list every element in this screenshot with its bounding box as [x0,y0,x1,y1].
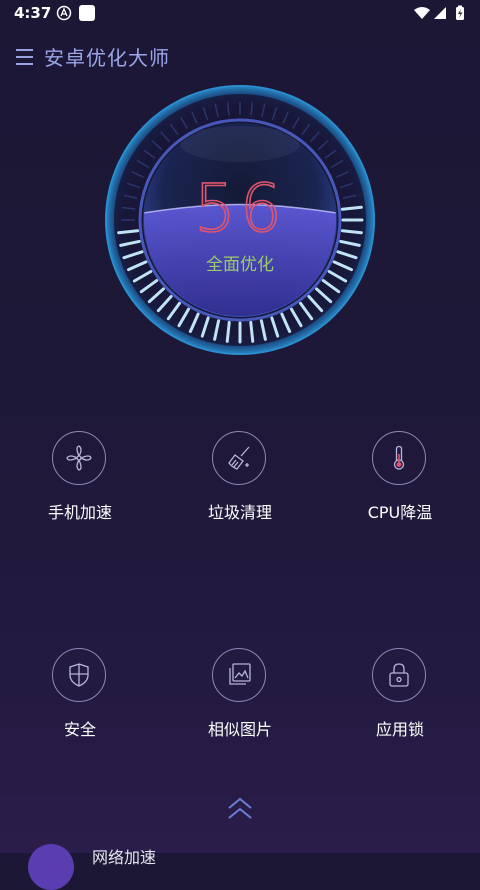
app-title: 安卓优化大师 [44,46,170,70]
network-boost-icon [28,844,74,890]
lock-icon [372,648,426,702]
bottom-item-label: 网络加速 [92,848,157,867]
feature-label: 安全 [63,720,96,739]
status-bar: 4:37 [0,0,480,28]
app-header: 安卓优化大师 [0,40,480,74]
score-gauge[interactable]: 56 全面优化 [104,84,376,356]
gallery-icon [212,648,266,702]
gauge-tick [249,320,255,343]
feature-phone-boost[interactable]: 手机加速 [0,431,160,531]
status-time: 4:37 [14,4,52,22]
wifi-icon [414,7,430,19]
bottom-list-item[interactable]: 网络加速 [0,836,480,890]
double-chevron-up-icon[interactable] [226,796,254,826]
feature-label: 应用锁 [375,720,424,739]
feature-cpu-cool[interactable]: CPU降温 [320,431,480,531]
feature-junk-clean[interactable]: 垃圾清理 [160,431,320,531]
feature-similar-photos[interactable]: 相似图片 [160,648,320,748]
gauge-tick [225,320,231,343]
optimize-all-button[interactable]: 全面优化 [104,250,376,275]
score-value: 56 [193,169,286,248]
signal-icon [434,7,446,19]
battery-icon [456,5,464,20]
broom-icon [212,431,266,485]
status-indicators [412,5,468,21]
menu-icon[interactable] [16,46,36,66]
thermometer-icon [372,431,426,485]
notification-square-icon [79,5,95,21]
fan-icon [52,431,106,485]
feature-label: 垃圾清理 [207,503,272,522]
notification-app-icon [56,5,72,25]
feature-label: CPU降温 [367,503,433,522]
feature-label: 相似图片 [207,720,272,739]
feature-security[interactable]: 安全 [0,648,160,748]
feature-app-lock[interactable]: 应用锁 [320,648,480,748]
shield-icon [52,648,106,702]
feature-label: 手机加速 [47,503,112,522]
